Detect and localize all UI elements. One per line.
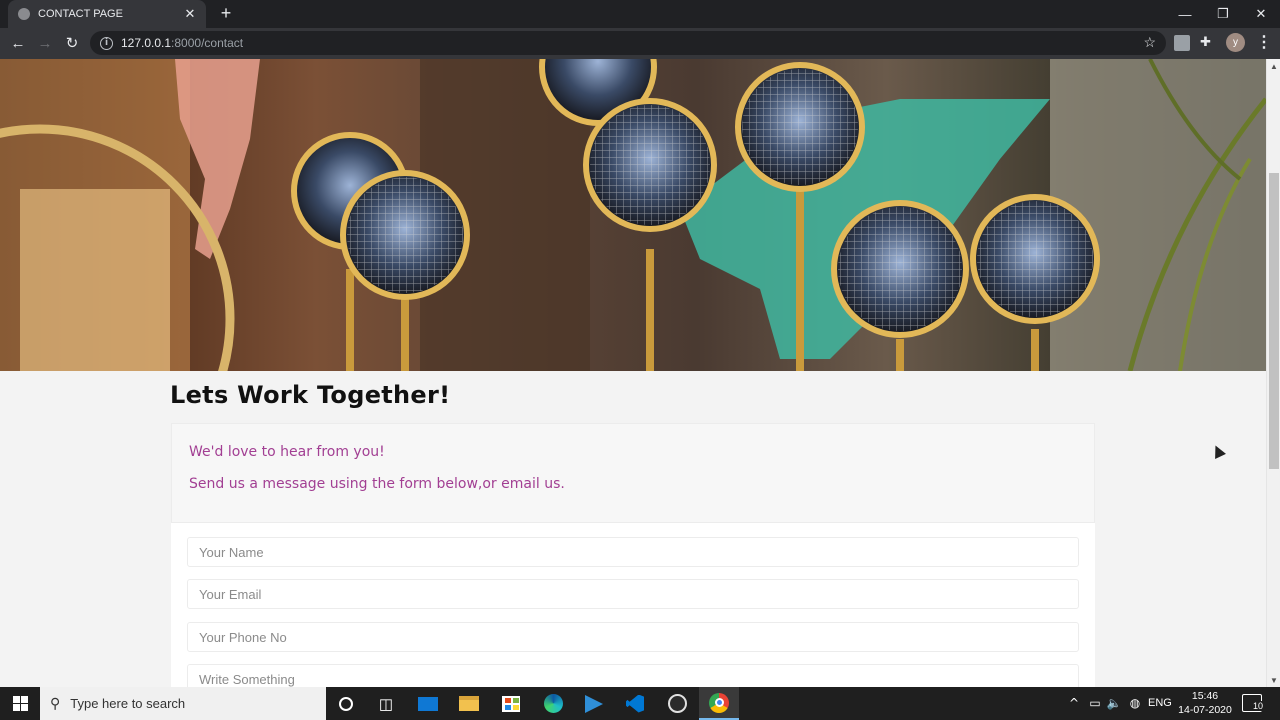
scroll-thumb[interactable] (1269, 173, 1279, 469)
obs-icon (667, 694, 687, 713)
extension-icon[interactable] (1174, 35, 1190, 51)
browser-menu-icon[interactable]: ⋮ (1256, 32, 1272, 52)
email-field[interactable] (187, 579, 1079, 609)
windows-taskbar: ⚲ Type here to search ◫ ^ ▭ 🔈 ◍ ENG 15:4… (0, 687, 1280, 720)
chrome-app[interactable] (699, 687, 739, 720)
intro-greeting: We'd love to hear from you! (189, 444, 385, 460)
browser-tab-strip: CONTACT PAGE ✕ + — ❐ ✕ (0, 0, 1280, 28)
edge-icon (543, 694, 563, 713)
window-controls: — ❐ ✕ (1166, 0, 1280, 28)
task-view-button[interactable]: ◫ (366, 687, 406, 720)
vscode-app[interactable] (615, 687, 655, 720)
vscode-icon (626, 694, 644, 713)
search-placeholder: Type here to search (70, 696, 186, 711)
tab-contact-page[interactable]: CONTACT PAGE ✕ (8, 0, 206, 28)
page-scrollbar[interactable]: ▲ ▼ (1266, 59, 1280, 687)
scroll-up-arrow-icon[interactable]: ▲ (1267, 59, 1280, 73)
windows-logo-icon (12, 696, 28, 711)
network-globe-icon[interactable]: ◍ (1126, 696, 1144, 710)
edge-app[interactable] (533, 687, 573, 720)
tab-title: CONTACT PAGE (38, 8, 123, 20)
mail-app[interactable] (408, 687, 448, 720)
profile-avatar[interactable]: y (1226, 33, 1245, 52)
address-bar[interactable]: i 127.0.0.1:8000/contact ☆ (90, 31, 1166, 55)
file-explorer-app[interactable] (449, 687, 489, 720)
search-icon: ⚲ (50, 695, 61, 712)
browser-toolbar: ← → ↻ i 127.0.0.1:8000/contact ☆ ✚ y ⋮ (0, 28, 1280, 59)
url-path: :8000/contact (171, 36, 244, 50)
cortana-icon (339, 696, 353, 711)
clock[interactable]: 15:46 14-07-2020 (1176, 689, 1234, 717)
clock-date: 14-07-2020 (1178, 704, 1232, 716)
store-app[interactable] (491, 687, 531, 720)
close-window-button[interactable]: ✕ (1242, 0, 1280, 28)
forward-button[interactable]: → (34, 32, 56, 54)
page-title: Lets Work Together! (170, 381, 451, 409)
phone-field[interactable] (187, 622, 1079, 652)
page-viewport: Lets Work Together! We'd love to hear fr… (0, 59, 1266, 687)
back-button[interactable]: ← (7, 32, 29, 54)
folder-icon (459, 696, 479, 711)
chrome-icon (709, 692, 729, 713)
message-field[interactable] (187, 664, 1079, 687)
show-hidden-icons-icon[interactable]: ^ (1065, 696, 1083, 710)
name-field[interactable] (187, 537, 1079, 567)
extensions-puzzle-icon[interactable]: ✚ (1200, 34, 1216, 50)
bookmark-star-icon[interactable]: ☆ (1143, 34, 1156, 51)
arrow-app-icon (585, 694, 603, 713)
mail-icon (418, 696, 438, 711)
language-indicator[interactable]: ENG (1148, 697, 1172, 709)
start-button[interactable] (0, 687, 40, 720)
hero-image (0, 59, 1266, 371)
store-icon (502, 695, 520, 712)
reload-button[interactable]: ↻ (61, 32, 83, 54)
new-tab-button[interactable]: + (216, 4, 236, 24)
contact-form (171, 523, 1095, 687)
obs-app[interactable] (657, 687, 697, 720)
task-view-icon: ◫ (378, 695, 394, 713)
close-tab-icon[interactable]: ✕ (182, 6, 198, 22)
magnifying-glasses-illustration (0, 59, 1266, 371)
url-host: 127.0.0.1 (121, 36, 172, 50)
scroll-down-arrow-icon[interactable]: ▼ (1267, 673, 1280, 687)
cortana-button[interactable] (326, 687, 366, 720)
battery-icon[interactable]: ▭ (1086, 696, 1104, 710)
intro-instructions: Send us a message using the form below,o… (189, 476, 565, 492)
contact-intro-card: We'd love to hear from you! Send us a me… (171, 423, 1095, 523)
globe-icon (18, 8, 30, 20)
site-info-icon[interactable]: i (100, 36, 113, 50)
taskbar-search[interactable]: ⚲ Type here to search (40, 687, 326, 720)
app-arrow[interactable] (574, 687, 614, 720)
maximize-button[interactable]: ❐ (1204, 0, 1242, 28)
notification-count: 10 (1252, 701, 1265, 711)
clock-time: 15:46 (1191, 690, 1219, 702)
volume-icon[interactable]: 🔈 (1105, 696, 1123, 710)
minimize-button[interactable]: — (1166, 0, 1204, 28)
